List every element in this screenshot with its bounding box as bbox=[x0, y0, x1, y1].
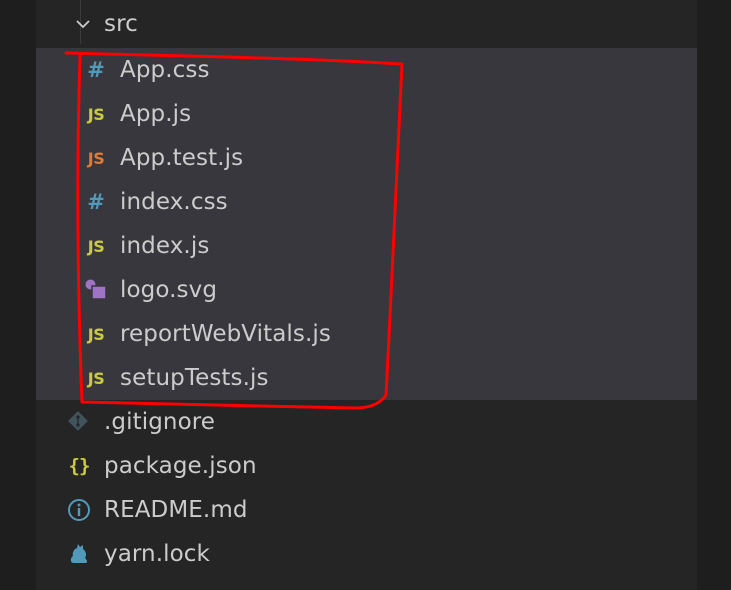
js-test-icon: JS bbox=[87, 148, 105, 168]
file-label: App.test.js bbox=[120, 145, 244, 171]
file-yarn-lock[interactable]: yarn.lock bbox=[36, 532, 697, 576]
file-label: reportWebVitals.js bbox=[120, 321, 331, 347]
file-readme-md[interactable]: README.md bbox=[36, 488, 697, 532]
js-icon: JS bbox=[87, 104, 105, 124]
file-label: App.js bbox=[120, 101, 192, 127]
file-explorer: src # App.css JS App.js JS App.test.js #… bbox=[0, 0, 731, 590]
folder-label: src bbox=[104, 11, 138, 37]
file-label: README.md bbox=[104, 497, 248, 523]
file-label: index.css bbox=[120, 189, 228, 215]
info-icon bbox=[66, 497, 92, 523]
file-label: .gitignore bbox=[104, 409, 216, 435]
file-label: yarn.lock bbox=[104, 541, 210, 567]
svg-image-icon bbox=[83, 277, 109, 303]
file-setuptests-js[interactable]: JS setupTests.js bbox=[36, 356, 697, 400]
css-hash-icon: # bbox=[87, 190, 105, 214]
js-icon: JS bbox=[87, 236, 105, 256]
file-app-test-js[interactable]: JS App.test.js bbox=[36, 136, 697, 180]
file-index-js[interactable]: JS index.js bbox=[36, 224, 697, 268]
js-icon: JS bbox=[87, 368, 105, 388]
file-gitignore[interactable]: .gitignore bbox=[36, 400, 697, 444]
folder-src[interactable]: src bbox=[36, 2, 697, 46]
yarn-cat-icon bbox=[66, 541, 92, 567]
file-label: setupTests.js bbox=[120, 365, 269, 391]
file-label: index.js bbox=[120, 233, 210, 259]
file-label: logo.svg bbox=[120, 277, 218, 303]
file-index-css[interactable]: # index.css bbox=[36, 180, 697, 224]
file-app-js[interactable]: JS App.js bbox=[36, 92, 697, 136]
chevron-down-icon bbox=[70, 11, 96, 37]
activity-gutter bbox=[0, 0, 36, 590]
file-label: package.json bbox=[104, 453, 257, 479]
json-braces-icon: {} bbox=[68, 455, 91, 477]
editor-edge bbox=[697, 0, 731, 590]
file-package-json[interactable]: {} package.json bbox=[36, 444, 697, 488]
file-label: App.css bbox=[120, 57, 210, 83]
file-reportwebvitals-js[interactable]: JS reportWebVitals.js bbox=[36, 312, 697, 356]
file-logo-svg[interactable]: logo.svg bbox=[36, 268, 697, 312]
git-diamond-icon bbox=[66, 409, 92, 435]
js-icon: JS bbox=[87, 324, 105, 344]
file-app-css[interactable]: # App.css bbox=[36, 48, 697, 92]
css-hash-icon: # bbox=[87, 58, 105, 82]
file-tree: src # App.css JS App.js JS App.test.js #… bbox=[36, 0, 697, 590]
